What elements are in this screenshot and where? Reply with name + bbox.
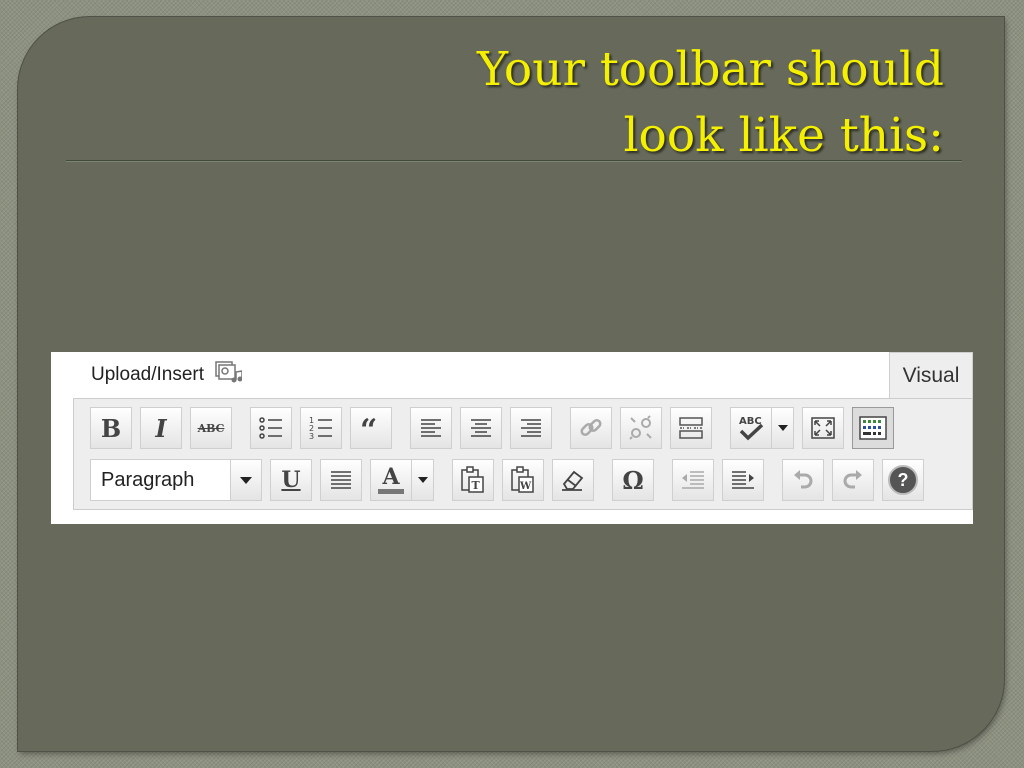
title-line-1: Your toolbar should (476, 42, 944, 97)
underline-icon: U (281, 467, 301, 493)
svg-text:W: W (519, 481, 532, 492)
kitchen-sink-toggle-button[interactable] (852, 407, 894, 449)
insert-more-tag-button[interactable] (670, 407, 712, 449)
bullet-list-button[interactable] (250, 407, 292, 449)
indent-icon (732, 471, 754, 489)
special-character-button[interactable]: Ω (612, 459, 654, 501)
redo-icon (843, 470, 862, 489)
tab-visual[interactable]: Visual (889, 352, 973, 399)
unlink-icon (629, 415, 652, 440)
text-color-button[interactable]: A (370, 459, 412, 501)
undo-button[interactable] (782, 459, 824, 501)
format-select-value: Paragraph (101, 468, 195, 491)
paste-from-word-button[interactable]: W (502, 459, 544, 501)
align-center-icon (471, 419, 491, 437)
bold-icon: B (100, 413, 122, 443)
clear-formatting-button[interactable] (552, 459, 594, 501)
editor-screenshot: Upload/Insert Visual B I ABC 123 “ ABC P… (51, 352, 973, 524)
strikethrough-button[interactable]: ABC (190, 407, 232, 449)
paste-word-icon: W (511, 466, 534, 493)
media-icon (214, 360, 243, 390)
svg-text:3: 3 (309, 432, 314, 440)
more-tag-icon (679, 417, 703, 439)
text-color-group: A (370, 459, 434, 501)
align-center-button[interactable] (460, 407, 502, 449)
italic-button[interactable]: I (140, 407, 182, 449)
kitchen-sink-icon (859, 416, 887, 440)
svg-text:T: T (472, 479, 481, 492)
spellcheck-label: ABC (739, 416, 762, 427)
bold-button[interactable]: B (90, 407, 132, 449)
spellcheck-button[interactable]: ABC (730, 407, 772, 449)
paste-text-icon: T (461, 466, 484, 493)
insert-link-button[interactable] (570, 407, 612, 449)
upload-insert-link[interactable]: Upload/Insert (91, 360, 243, 390)
outdent-button[interactable] (672, 459, 714, 501)
text-color-icon: A (378, 466, 404, 494)
spellcheck-icon: ABC (739, 416, 764, 441)
underline-button[interactable]: U (270, 459, 312, 501)
indent-button[interactable] (722, 459, 764, 501)
unlink-button[interactable] (620, 407, 662, 449)
toolbar-row-1: B I ABC 123 “ ABC (90, 407, 902, 449)
justify-button[interactable] (320, 459, 362, 501)
outdent-icon (682, 471, 704, 489)
paste-text-button[interactable]: T (452, 459, 494, 501)
quote-icon: “ (360, 418, 377, 438)
upload-insert-label: Upload/Insert (91, 364, 205, 385)
spellcheck-group: ABC (730, 407, 794, 449)
help-icon: ? (888, 465, 918, 495)
bullet-list-icon (259, 417, 282, 439)
help-button[interactable]: ? (882, 459, 924, 501)
svg-text:“: “ (360, 418, 377, 438)
link-icon (580, 418, 602, 437)
undo-icon (794, 470, 813, 489)
eraser-icon (562, 470, 584, 491)
toolbar-row-2: Paragraph U A T W Ω ? (90, 459, 932, 501)
spellcheck-language-dropdown[interactable] (772, 407, 794, 449)
slide-title: Your toolbar should look like this: (244, 37, 944, 169)
format-select[interactable]: Paragraph (90, 459, 262, 501)
align-right-icon (521, 419, 541, 437)
numbered-list-icon: 123 (309, 416, 332, 440)
align-left-icon (421, 419, 441, 437)
editor-toolbar: B I ABC 123 “ ABC Paragraph U A T W Ω ? (73, 398, 973, 510)
justify-icon (331, 471, 351, 489)
blockquote-button[interactable]: “ (350, 407, 392, 449)
text-color-dropdown[interactable] (412, 459, 434, 501)
chevron-down-icon (230, 460, 261, 500)
align-right-button[interactable] (510, 407, 552, 449)
numbered-list-button[interactable]: 123 (300, 407, 342, 449)
italic-icon: I (155, 413, 167, 443)
omega-icon: Ω (622, 465, 644, 495)
fullscreen-button[interactable] (802, 407, 844, 449)
fullscreen-icon (811, 417, 835, 439)
title-divider (66, 160, 962, 162)
redo-button[interactable] (832, 459, 874, 501)
strikethrough-icon: ABC (197, 421, 225, 435)
align-left-button[interactable] (410, 407, 452, 449)
